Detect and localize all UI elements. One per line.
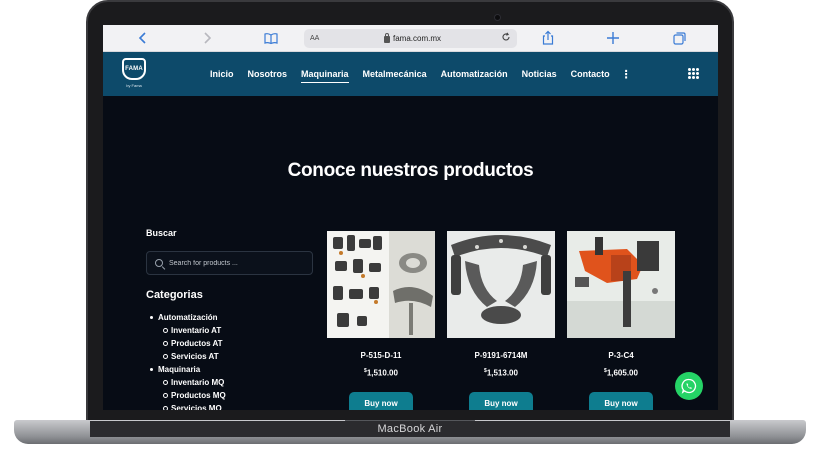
category-servicios-at[interactable]: Servicios AT — [150, 350, 330, 363]
reload-icon[interactable] — [501, 32, 511, 45]
product-price: $1,605.00 — [567, 368, 675, 378]
category-servicios-mq[interactable]: Servicios MQ — [150, 402, 330, 410]
back-icon[interactable] — [135, 30, 151, 46]
nav-item-metalmecanica[interactable]: Metalmecánica — [356, 52, 434, 96]
product-card: P-9191-6714M $1,513.00 Buy now — [447, 231, 555, 410]
product-card: P-3-C4 $1,605.00 Buy now — [567, 231, 675, 410]
lock-icon — [384, 33, 390, 43]
category-productos-at[interactable]: Productos AT — [150, 337, 330, 350]
share-icon[interactable] — [540, 30, 556, 46]
product-price: $1,513.00 — [447, 368, 555, 378]
logo-subtitle: by Fama — [126, 83, 142, 88]
product-search[interactable] — [146, 251, 313, 275]
new-tab-icon[interactable] — [605, 30, 621, 46]
address-url: fama.com.mx — [393, 34, 442, 43]
product-name[interactable]: P-9191-6714M — [447, 351, 555, 360]
buy-now-button[interactable]: Buy now — [349, 391, 413, 410]
category-inventario-at[interactable]: Inventario AT — [150, 324, 330, 337]
buy-now-button[interactable]: Buy now — [589, 391, 653, 410]
nav-item-noticias[interactable]: Noticias — [515, 52, 564, 96]
buy-now-button[interactable]: Buy now — [469, 391, 533, 410]
tabs-icon[interactable] — [671, 30, 687, 46]
product-image[interactable] — [447, 231, 555, 338]
screen: AA fama.com.mx FAMA by Fama Inicio Nosot… — [103, 25, 718, 410]
laptop-hinge: MacBook Air — [90, 421, 730, 437]
category-maquinaria[interactable]: Maquinaria — [150, 363, 330, 376]
search-input[interactable] — [169, 256, 309, 271]
site-header: FAMA by Fama Inicio Nosotros Maquinaria … — [103, 52, 718, 96]
category-list: Automatización Inventario AT Productos A… — [150, 311, 330, 410]
address-url-wrap: fama.com.mx — [384, 33, 442, 43]
camera — [494, 14, 501, 21]
logo-shield: FAMA — [122, 58, 146, 80]
more-menu-icon[interactable]: ⋮ — [621, 68, 632, 81]
whatsapp-button[interactable] — [675, 372, 703, 400]
reader-aa[interactable]: AA — [310, 35, 319, 42]
whatsapp-icon — [681, 378, 697, 394]
price-amount: 1,510.00 — [366, 368, 398, 378]
fama-logo[interactable]: FAMA by Fama — [121, 58, 147, 90]
main-nav: Inicio Nosotros Maquinaria Metalmecánica… — [203, 52, 632, 96]
product-name[interactable]: P-515-D-11 — [327, 351, 435, 360]
search-icon — [155, 259, 163, 267]
category-productos-mq[interactable]: Productos MQ — [150, 389, 330, 402]
price-amount: 1,513.00 — [486, 368, 518, 378]
apps-grid-icon[interactable] — [688, 68, 699, 79]
search-heading: Buscar — [146, 228, 177, 238]
book-icon[interactable] — [263, 30, 279, 46]
product-card: P-515-D-11 $1,510.00 Buy now — [327, 231, 435, 410]
forward-icon[interactable] — [199, 30, 215, 46]
address-bar[interactable]: AA fama.com.mx — [304, 29, 517, 48]
device-model-label: MacBook Air — [377, 423, 443, 435]
product-price: $1,510.00 — [327, 368, 435, 378]
product-image[interactable] — [327, 231, 435, 338]
nav-item-inicio[interactable]: Inicio — [203, 52, 241, 96]
browser-toolbar: AA fama.com.mx — [103, 25, 718, 52]
product-image[interactable] — [567, 231, 675, 338]
category-automatizacion[interactable]: Automatización — [150, 311, 330, 324]
price-amount: 1,605.00 — [606, 368, 638, 378]
product-name[interactable]: P-3-C4 — [567, 351, 675, 360]
category-inventario-mq[interactable]: Inventario MQ — [150, 376, 330, 389]
nav-item-contacto[interactable]: Contacto — [564, 52, 617, 96]
nav-item-nosotros[interactable]: Nosotros — [241, 52, 295, 96]
categories-heading: Categorias — [146, 289, 203, 301]
nav-item-automatizacion[interactable]: Automatización — [434, 52, 515, 96]
nav-item-maquinaria[interactable]: Maquinaria — [294, 52, 356, 96]
page-title: Conoce nuestros productos — [287, 160, 534, 181]
